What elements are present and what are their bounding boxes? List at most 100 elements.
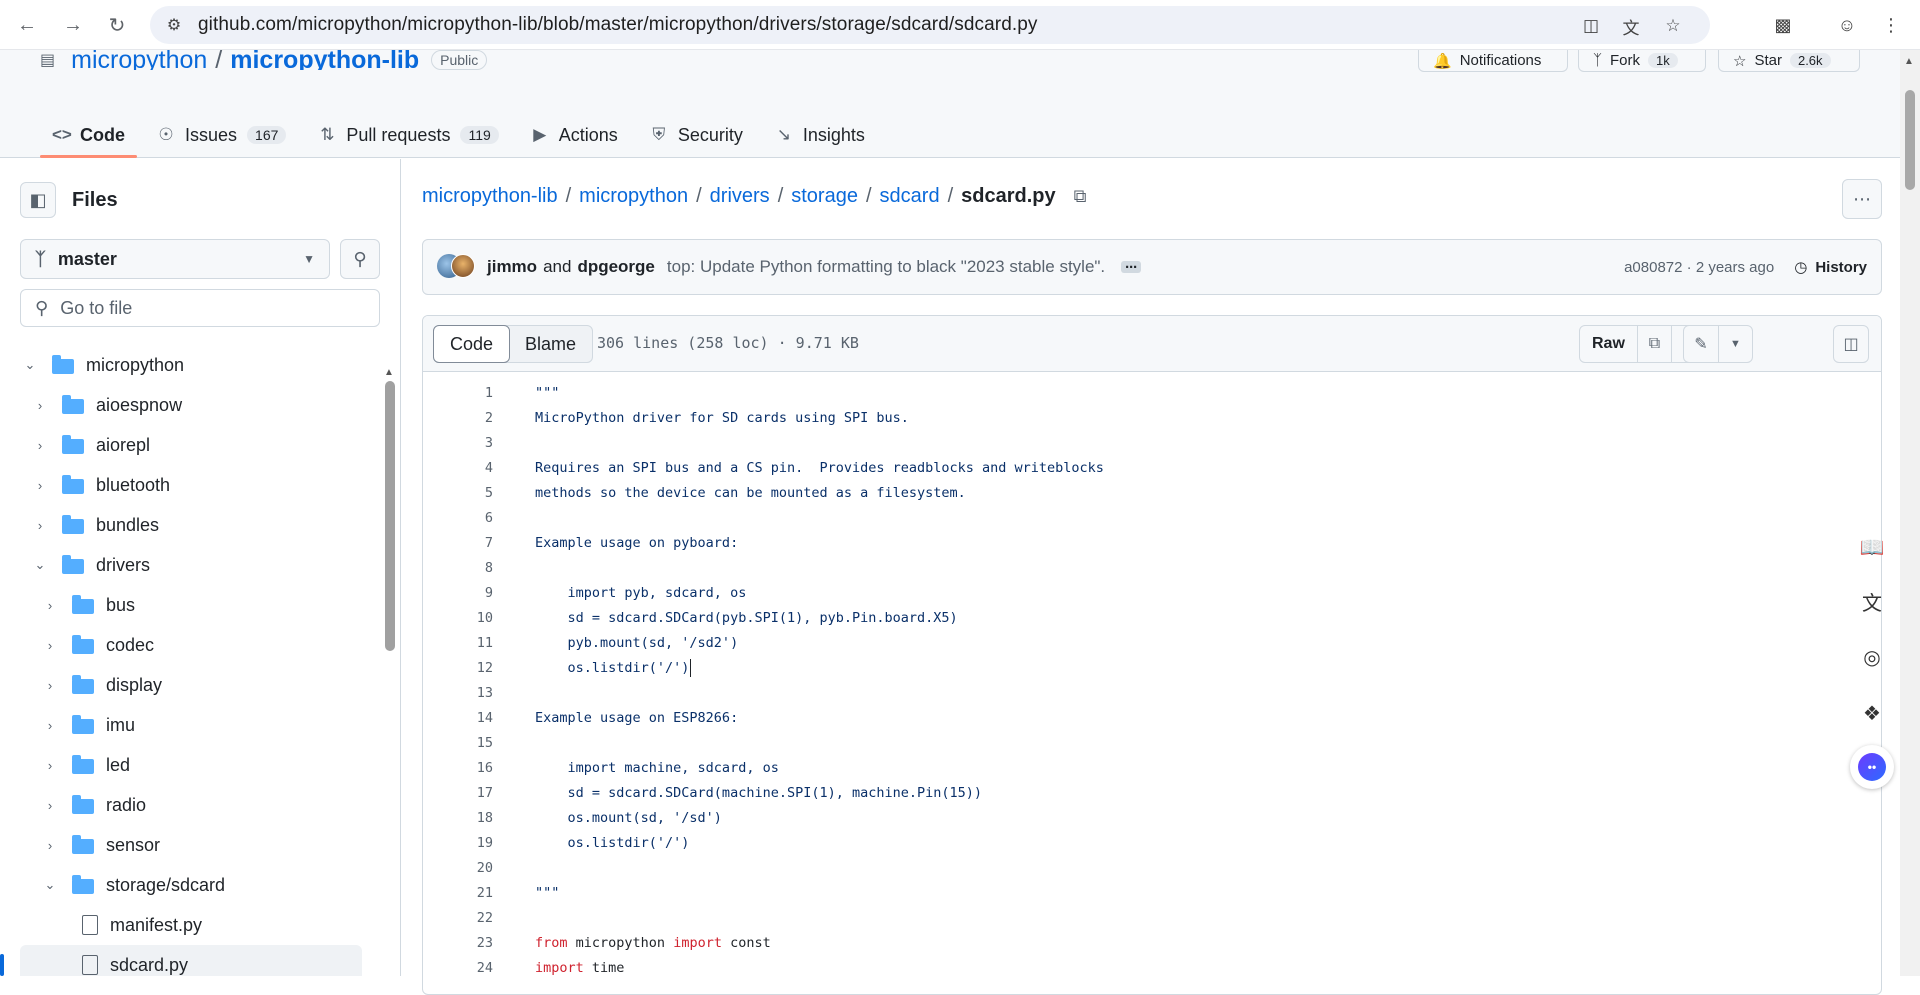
bookmark-star-icon[interactable]: ☆ [1662, 15, 1684, 37]
tree-item-codec[interactable]: › codec [0, 625, 362, 665]
reload-icon[interactable]: ↻ [104, 12, 130, 38]
line-number[interactable]: 5 [423, 485, 493, 501]
chevron-right-icon[interactable]: › [42, 678, 58, 693]
repo-name-link[interactable]: micropython-lib [230, 50, 419, 70]
breadcrumb-link[interactable]: micropython-lib [422, 185, 558, 208]
line-number[interactable]: 17 [423, 785, 493, 801]
line-number[interactable]: 18 [423, 810, 493, 826]
github-apps-icon[interactable]: ❖ [1850, 691, 1894, 735]
chevron-right-icon[interactable]: › [42, 838, 58, 853]
tab-code[interactable]: <> Code [40, 112, 137, 158]
tree-item-sensor[interactable]: › sensor [0, 825, 362, 865]
line-number[interactable]: 20 [423, 860, 493, 876]
line-number[interactable]: 16 [423, 760, 493, 776]
star-button[interactable]: ☆ Star 2.6k [1718, 50, 1860, 72]
tree-item-aioespnow[interactable]: › aioespnow [0, 385, 362, 425]
avatar[interactable] [437, 254, 475, 280]
line-number[interactable]: 19 [423, 835, 493, 851]
tab-pull-requests[interactable]: ⇅ Pull requests 119 [306, 112, 510, 158]
scrollbar-thumb[interactable] [1905, 90, 1915, 190]
branch-selector[interactable]: ᛉ master ▼ [20, 239, 330, 279]
tree-item-bus[interactable]: › bus [0, 585, 362, 625]
line-number[interactable]: 10 [423, 610, 493, 626]
line-number[interactable]: 23 [423, 935, 493, 951]
reader-book-icon[interactable]: 📖 [1850, 525, 1894, 569]
notifications-button[interactable]: 🔔 Notifications [1418, 50, 1568, 72]
chevron-down-icon[interactable]: ▼ [1718, 326, 1752, 362]
scrollbar-thumb[interactable] [385, 381, 395, 651]
address-bar[interactable]: ⚙ github.com/micropython/micropython-lib… [150, 6, 1710, 44]
line-number[interactable]: 8 [423, 560, 493, 576]
tree-item-radio[interactable]: › radio [0, 785, 362, 825]
tree-item-micropython[interactable]: ⌄ micropython [0, 345, 362, 385]
line-number[interactable]: 11 [423, 635, 493, 651]
search-icon[interactable]: ⚲ [340, 239, 380, 279]
chevron-right-icon[interactable]: › [42, 598, 58, 613]
chevron-right-icon[interactable]: › [42, 638, 58, 653]
chevron-down-icon[interactable]: ⌄ [32, 557, 48, 573]
line-number[interactable]: 24 [423, 960, 493, 976]
tab-insights[interactable]: ↘ Insights [763, 112, 877, 158]
tree-item-imu[interactable]: › imu [0, 705, 362, 745]
install-app-icon[interactable]: ◫ [1580, 15, 1602, 37]
fork-button[interactable]: ᛉ Fork 1k [1578, 50, 1706, 72]
commit-sha-time[interactable]: a080872 · 2 years ago [1624, 259, 1774, 276]
line-number[interactable]: 2 [423, 410, 493, 426]
sidebar-scrollbar[interactable]: ▲ [384, 367, 395, 976]
line-number[interactable]: 9 [423, 585, 493, 601]
profile-icon[interactable]: ☺ [1834, 12, 1860, 38]
commit-message-link[interactable]: top: Update Python formatting to black "… [667, 257, 1105, 277]
edit-pencil-icon[interactable]: ✎ [1684, 326, 1718, 362]
expand-commit-icon[interactable]: ⋯ [1121, 261, 1142, 273]
tab-issues[interactable]: ☉ Issues 167 [145, 112, 298, 158]
chevron-right-icon[interactable]: › [32, 438, 48, 453]
raw-button[interactable]: Raw [1580, 326, 1637, 362]
go-to-file-input[interactable]: ⚲ Go to file [20, 289, 380, 327]
extensions-icon[interactable]: ▩ [1770, 12, 1796, 38]
tree-item-drivers[interactable]: ⌄ drivers [0, 545, 362, 585]
breadcrumb-link[interactable]: drivers [710, 185, 770, 208]
tree-item-display[interactable]: › display [0, 665, 362, 705]
breadcrumb-link[interactable]: sdcard [880, 185, 940, 208]
line-number[interactable]: 3 [423, 435, 493, 451]
symbols-panel-icon[interactable]: ◫ [1834, 326, 1868, 362]
scroll-up-icon[interactable]: ▲ [384, 367, 394, 378]
sidebar-collapse-icon[interactable]: ◧ [20, 182, 56, 218]
chevron-down-icon[interactable]: ⌄ [22, 357, 38, 373]
assistant-bot-icon[interactable]: •• [1850, 745, 1894, 789]
line-number[interactable]: 6 [423, 510, 493, 526]
translate-icon[interactable]: 文 [1850, 579, 1894, 623]
tree-item-manifest-py[interactable]: manifest.py [0, 905, 362, 945]
repo-owner-link[interactable]: micropython [71, 50, 207, 70]
tree-item-sdcard-py[interactable]: sdcard.py [20, 945, 362, 976]
podcast-icon[interactable]: ◎ [1850, 635, 1894, 679]
tab-actions[interactable]: ▶ Actions [519, 112, 630, 158]
line-number[interactable]: 13 [423, 685, 493, 701]
tree-item-bundles[interactable]: › bundles [0, 505, 362, 545]
chevron-right-icon[interactable]: › [42, 758, 58, 773]
chevron-right-icon[interactable]: › [32, 518, 48, 533]
line-number[interactable]: 12 [423, 660, 493, 676]
line-number[interactable]: 15 [423, 735, 493, 751]
back-arrow-icon[interactable]: ← [14, 12, 40, 38]
more-options-icon[interactable]: ⋯ [1842, 179, 1882, 219]
forward-arrow-icon[interactable]: → [60, 12, 86, 38]
tree-item-bluetooth[interactable]: › bluetooth [0, 465, 362, 505]
line-number[interactable]: 21 [423, 885, 493, 901]
site-settings-icon[interactable]: ⚙ [164, 15, 184, 35]
copy-path-icon[interactable]: ⧉ [1074, 186, 1087, 207]
chevron-right-icon[interactable]: › [32, 398, 48, 413]
avatar-dpgeorge[interactable] [451, 254, 475, 278]
chevron-right-icon[interactable]: › [32, 478, 48, 493]
commit-author-link[interactable]: jimmo [487, 257, 537, 277]
tree-item-storage-sdcard[interactable]: ⌄ storage/sdcard [0, 865, 362, 905]
blame-view-button[interactable]: Blame [509, 326, 592, 362]
chevron-right-icon[interactable]: › [42, 718, 58, 733]
tab-security[interactable]: ⛨ Security [638, 112, 755, 158]
breadcrumb-link[interactable]: micropython [579, 185, 688, 208]
copy-raw-icon[interactable]: ⧉ [1636, 326, 1671, 362]
tree-item-led[interactable]: › led [0, 745, 362, 785]
line-number[interactable]: 1 [423, 385, 493, 401]
line-number[interactable]: 14 [423, 710, 493, 726]
breadcrumb-link[interactable]: storage [791, 185, 858, 208]
